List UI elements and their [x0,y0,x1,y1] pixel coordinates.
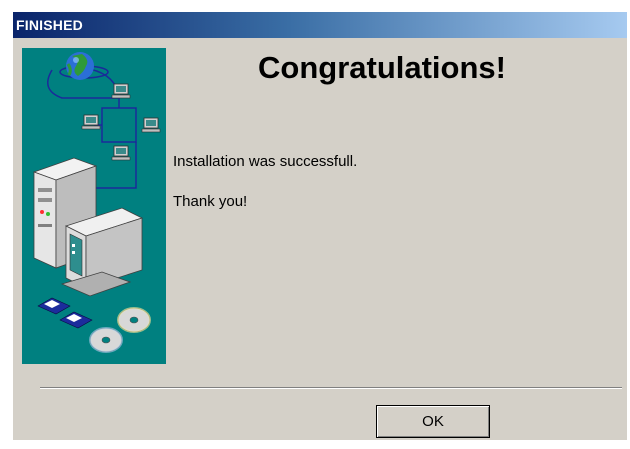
network-computer-icon [111,145,131,161]
network-computer-icon [81,114,101,130]
globe-icon [59,52,109,80]
network-computer-icon [141,117,161,133]
cd-disc-icon [117,307,151,333]
finished-dialog: FINISHED Congratulations! Installation w… [13,12,627,440]
desktop-computer-icon [32,157,144,297]
installer-illustration [22,48,166,364]
window-title: FINISHED [16,17,83,33]
button-area-divider [40,387,622,389]
ok-button[interactable]: OK [376,405,490,438]
cd-disc-icon [89,327,123,353]
network-computer-icon [111,83,131,99]
floppy-disk-icon [59,311,93,329]
title-bar[interactable]: FINISHED [13,12,627,38]
thank-you-text: Thank you! [173,193,248,210]
congratulations-heading: Congratulations! [258,50,506,85]
installation-status-text: Installation was successfull. [173,153,358,170]
floppy-disk-icon [37,297,71,315]
